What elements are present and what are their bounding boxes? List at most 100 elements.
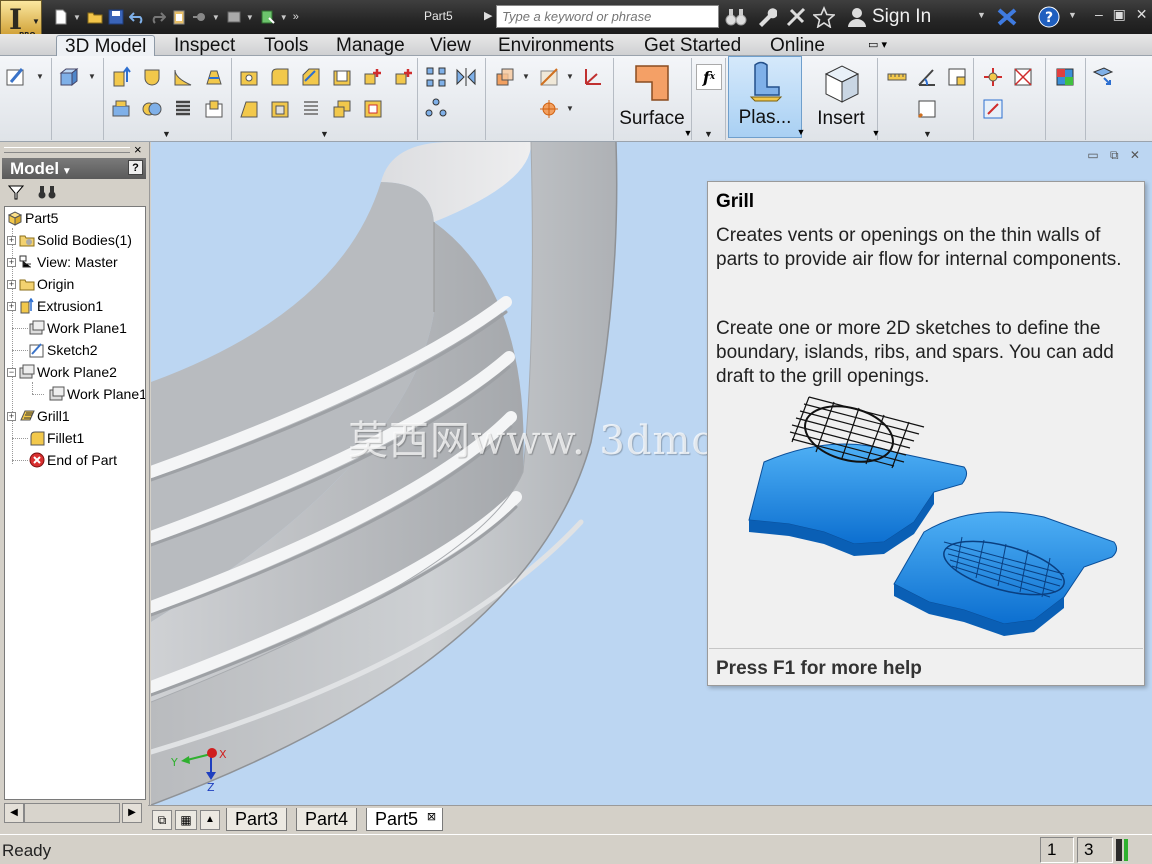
doc-tab-part4[interactable]: Part4 xyxy=(296,808,358,831)
measure-panel-expand-icon[interactable]: ▼ xyxy=(923,129,932,139)
ucs-icon[interactable] xyxy=(580,64,606,90)
appearance-icon[interactable] xyxy=(225,8,243,26)
browser-close-icon[interactable]: × xyxy=(134,142,142,157)
thicken-icon[interactable] xyxy=(298,96,324,122)
ribbon-display-options-icon[interactable]: ▭ ▾ xyxy=(868,38,887,51)
circular-pattern-icon[interactable] xyxy=(423,96,449,122)
browser-grip-handle[interactable] xyxy=(4,147,130,153)
tile-windows-icon[interactable]: ▦ xyxy=(175,810,197,830)
work-point-icon[interactable] xyxy=(536,96,562,122)
rectangular-pattern-icon[interactable] xyxy=(423,64,449,90)
hole-icon[interactable] xyxy=(236,64,262,90)
revolve-icon[interactable] xyxy=(139,64,165,90)
split-icon[interactable] xyxy=(391,64,417,90)
new-icon[interactable] xyxy=(52,8,70,26)
to-weldment-icon[interactable] xyxy=(1010,64,1036,90)
stress-analysis-icon[interactable] xyxy=(1052,64,1078,90)
favorites-star-icon[interactable] xyxy=(812,5,836,29)
parameters-panel-expand-icon[interactable]: ▼ xyxy=(704,129,713,139)
tree-item-extrusion1[interactable]: + Extrusion1 xyxy=(7,296,103,316)
update-dropdown-icon[interactable]: ▼ xyxy=(280,13,288,22)
draft-icon[interactable] xyxy=(236,96,262,122)
export-icon[interactable] xyxy=(1090,64,1116,90)
measure-distance-icon[interactable] xyxy=(884,64,910,90)
tab-view[interactable]: View xyxy=(422,35,479,57)
derived-part-icon[interactable] xyxy=(980,96,1006,122)
binoculars-icon[interactable] xyxy=(725,6,747,28)
tree-item-sketch2[interactable]: Sketch2 xyxy=(29,340,98,360)
cascade-windows-icon[interactable]: ⧉ xyxy=(152,810,172,830)
tree-item-view-master[interactable]: + View: Master xyxy=(7,252,118,272)
work-plane-dropdown-icon[interactable]: ▼ xyxy=(522,72,530,81)
scroll-thumb[interactable] xyxy=(24,803,120,823)
tab-manage[interactable]: Manage xyxy=(328,35,413,57)
primitives-dropdown-icon[interactable]: ▼ xyxy=(88,72,96,81)
exchange-apps-icon[interactable] xyxy=(996,6,1018,28)
fillet-icon[interactable] xyxy=(267,64,293,90)
work-point-dropdown-icon[interactable]: ▼ xyxy=(566,104,574,113)
create-panel-expand-icon[interactable]: ▼ xyxy=(162,129,171,139)
tree-item-solid-bodies[interactable]: + Solid Bodies(1) xyxy=(7,230,132,250)
tab-inspect[interactable]: Inspect xyxy=(166,35,243,57)
tab-3d-model[interactable]: 3D Model xyxy=(56,35,156,57)
expand-toggle[interactable]: + xyxy=(7,257,16,267)
tree-item-work-plane1-child[interactable]: Work Plane1 xyxy=(49,384,145,404)
appearance-dropdown-icon[interactable]: ▼ xyxy=(246,13,254,22)
derive-icon[interactable] xyxy=(139,96,165,122)
extrude-icon[interactable] xyxy=(108,64,134,90)
expand-toggle[interactable]: + xyxy=(7,411,16,421)
close-tab-icon[interactable]: ⊠ xyxy=(427,806,436,828)
save-icon[interactable] xyxy=(107,8,125,26)
help-dropdown-icon[interactable]: ▼ xyxy=(1068,10,1077,20)
tree-item-end-of-part[interactable]: End of Part xyxy=(29,450,117,470)
select-back-icon[interactable] xyxy=(191,8,209,26)
viewport-window-controls[interactable]: ▭ ⧉ ✕ xyxy=(1087,148,1144,163)
update-icon[interactable] xyxy=(259,8,277,26)
work-axis-dropdown-icon[interactable]: ▼ xyxy=(566,72,574,81)
loft-icon[interactable] xyxy=(201,64,227,90)
combine-icon[interactable] xyxy=(360,64,386,90)
scroll-left-arrow-icon[interactable]: ◀ xyxy=(4,803,24,823)
tree-item-origin[interactable]: + Origin xyxy=(7,274,74,294)
tree-item-grill1[interactable]: + Grill1 xyxy=(7,406,70,426)
tab-get-started[interactable]: Get Started xyxy=(636,35,749,57)
work-axis-icon[interactable] xyxy=(536,64,562,90)
doc-tab-part5[interactable]: Part5 ⊠ xyxy=(366,806,444,831)
tab-online[interactable]: Online xyxy=(762,35,833,57)
expand-toggle[interactable]: + xyxy=(7,301,16,311)
scroll-right-arrow-icon[interactable]: ▶ xyxy=(122,803,142,823)
filter-icon[interactable] xyxy=(8,184,24,200)
wrench-icon[interactable] xyxy=(755,6,778,28)
tree-item-work-plane1[interactable]: Work Plane1 xyxy=(29,318,127,338)
sketch-dropdown-icon[interactable]: ▼ xyxy=(36,72,44,81)
shell-icon[interactable] xyxy=(329,64,355,90)
tree-item-fillet1[interactable]: Fillet1 xyxy=(29,428,84,448)
coil-icon[interactable] xyxy=(170,96,196,122)
browser-header[interactable]: Model ▼ ? xyxy=(2,158,146,179)
delete-face-icon[interactable] xyxy=(360,96,386,122)
mirror-icon[interactable] xyxy=(453,64,479,90)
find-binoculars-icon[interactable] xyxy=(38,184,56,200)
sweep-icon[interactable] xyxy=(170,64,196,90)
chamfer-icon[interactable] xyxy=(298,64,324,90)
undo-icon[interactable] xyxy=(128,8,146,26)
tree-item-part5[interactable]: Part5 xyxy=(7,208,58,228)
work-plane-icon[interactable] xyxy=(492,64,518,90)
thread-icon[interactable] xyxy=(267,96,293,122)
modify-panel-expand-icon[interactable]: ▼ xyxy=(320,129,329,139)
browser-help-icon[interactable]: ? xyxy=(128,160,143,175)
plastic-part-button[interactable]: Plas... ▼ xyxy=(728,56,805,138)
window-controls[interactable]: – ▣ ✕ xyxy=(1095,6,1151,23)
tree-item-work-plane2[interactable]: − Work Plane2 xyxy=(7,362,117,382)
tab-environments[interactable]: Environments xyxy=(490,35,622,57)
more-commands-icon[interactable]: » xyxy=(293,11,299,23)
tab-menu-arrow-icon[interactable]: ▲ xyxy=(200,810,220,830)
insert-button[interactable]: Insert ▼ xyxy=(806,58,880,140)
measure-angle-icon[interactable] xyxy=(914,64,940,90)
redo-icon[interactable] xyxy=(149,8,167,26)
select-dropdown-icon[interactable]: ▼ xyxy=(212,13,220,22)
sign-in-dropdown-icon[interactable]: ▼ xyxy=(977,10,986,20)
browser-horizontal-scrollbar[interactable]: ◀ ▶ xyxy=(0,800,146,826)
measure-area-icon[interactable] xyxy=(944,64,970,90)
parameters-fx-icon[interactable]: fx xyxy=(696,64,722,90)
